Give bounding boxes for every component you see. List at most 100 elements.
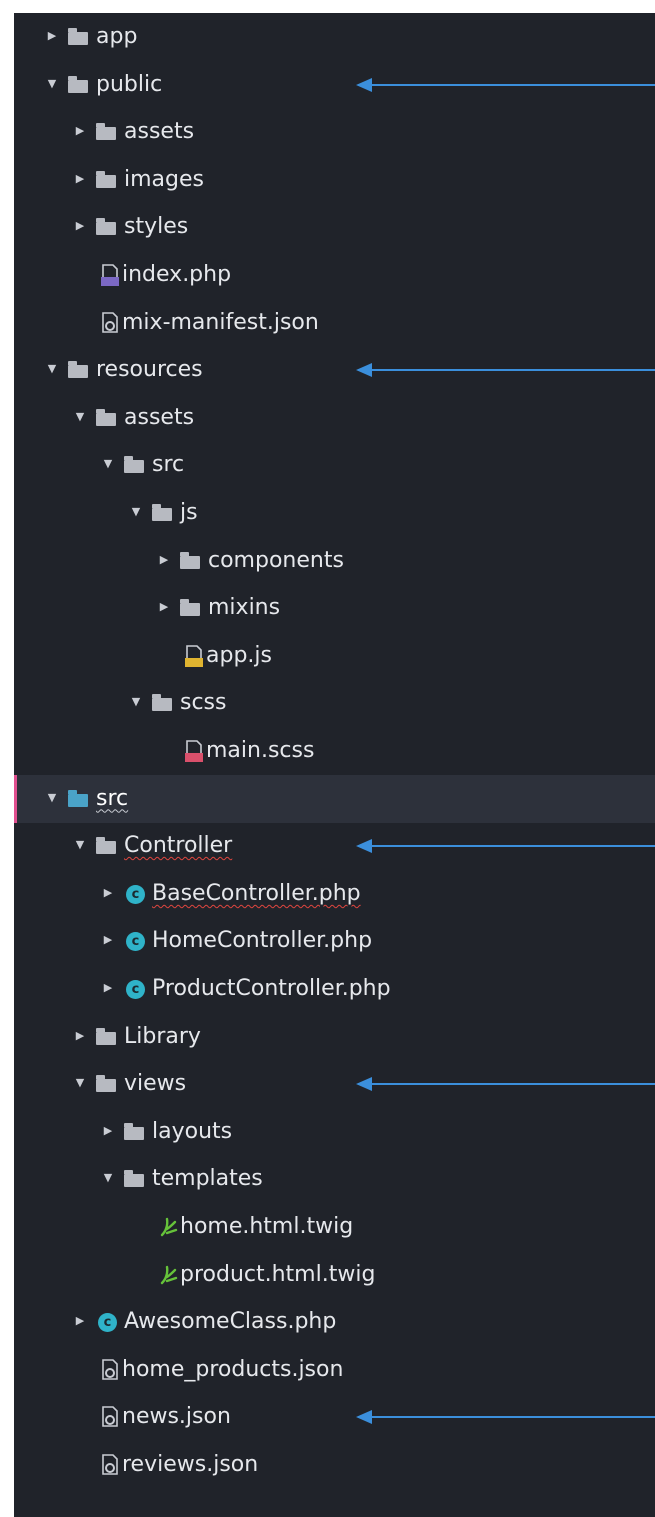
tree-row-src[interactable]: ▼ src <box>14 441 655 489</box>
folder-icon <box>68 361 88 379</box>
collapsed-arrow-icon[interactable]: ▶ <box>74 1315 86 1327</box>
php-class-icon: c <box>126 932 145 952</box>
tree-row-label: assets <box>124 119 195 145</box>
tree-row-images[interactable]: ▶ images <box>14 156 655 204</box>
json-file-icon <box>100 1405 120 1429</box>
folder-icon <box>96 1075 116 1093</box>
tree-row-label: ProductController.php <box>152 976 391 1001</box>
collapsed-arrow-icon[interactable]: ▶ <box>158 553 170 566</box>
expanded-arrow-icon[interactable]: ▼ <box>46 363 58 375</box>
tree-row-layouts[interactable]: ▶ layouts <box>14 1108 655 1156</box>
tree-row-productcontroller-php[interactable]: ▶ c ProductController.php <box>14 965 655 1013</box>
tree-row-label: product.html.twig <box>180 1261 376 1287</box>
tree-row-label: BaseController.php <box>152 880 361 906</box>
tree-row-awesomeclass-php[interactable]: ▶ c AwesomeClass.php <box>14 1298 655 1346</box>
tree-row-basecontroller-php[interactable]: ▶ c BaseController.php <box>14 870 655 918</box>
collapsed-arrow-icon[interactable]: ▶ <box>158 601 170 613</box>
collapsed-arrow-icon[interactable]: ▶ <box>74 125 86 137</box>
tree-row-assets[interactable]: ▼ assets <box>14 394 655 442</box>
tree-row-label: index.php <box>122 262 232 287</box>
json-file-icon <box>100 311 120 335</box>
tree-row-templates[interactable]: ▼ templates <box>14 1155 655 1203</box>
sass-file-icon <box>184 739 204 763</box>
tree-row-home-html-twig[interactable]: home.html.twig <box>14 1203 655 1251</box>
tree-row-label: scss <box>180 690 227 716</box>
tree-row-assets[interactable]: ▶ assets <box>14 108 655 156</box>
collapsed-arrow-icon[interactable]: ▶ <box>46 30 58 42</box>
tree-row-product-html-twig[interactable]: product.html.twig <box>14 1251 655 1299</box>
collapsed-arrow-icon[interactable]: ▶ <box>74 220 86 232</box>
tree-row-main-scss[interactable]: main.scss <box>14 727 655 775</box>
folder-icon <box>96 170 116 188</box>
tree-row-label: HomeController.php <box>152 928 373 954</box>
tree-row-components[interactable]: ▶ components <box>14 537 655 585</box>
tree-row-label: js <box>180 500 198 525</box>
collapsed-arrow-icon[interactable]: ▶ <box>102 886 114 899</box>
tree-row-app-js[interactable]: app.js <box>14 632 655 680</box>
tree-row-label: reviews.json <box>122 1452 259 1477</box>
tree-row-label: Library <box>124 1023 201 1049</box>
folder-icon <box>96 1027 116 1045</box>
tree-row-label: home_products.json <box>122 1356 344 1382</box>
tree-row-src[interactable]: ▼ src <box>14 774 655 823</box>
folder-icon <box>96 408 116 426</box>
php-class-icon: c <box>126 980 145 999</box>
tree-row-scss[interactable]: ▼ scss <box>14 679 655 727</box>
folder-icon <box>124 456 144 474</box>
tree-row-mixins[interactable]: ▶ mixins <box>14 584 655 632</box>
pointer-arrow-icon <box>356 77 655 92</box>
collapsed-arrow-icon[interactable]: ▶ <box>102 1124 114 1137</box>
tree-row-resources[interactable]: ▼ resources <box>14 346 655 394</box>
tree-row-label: main.scss <box>206 738 315 763</box>
expanded-arrow-icon[interactable]: ▼ <box>74 1077 86 1089</box>
tree-row-label: views <box>124 1071 187 1097</box>
expanded-arrow-icon[interactable]: ▼ <box>102 458 114 470</box>
tree-row-label: app <box>96 24 138 49</box>
tree-row-app[interactable]: ▶ app <box>14 13 655 61</box>
expanded-arrow-icon[interactable]: ▼ <box>130 506 142 518</box>
collapsed-arrow-icon[interactable]: ▶ <box>102 982 114 994</box>
tree-row-label: styles <box>124 214 189 240</box>
tree-row-public[interactable]: ▼ public <box>14 61 655 109</box>
tree-row-label: src <box>96 785 129 811</box>
tree-row-news-json[interactable]: news.json <box>14 1393 655 1441</box>
tree-row-styles[interactable]: ▶ styles <box>14 203 655 251</box>
tree-row-index-php[interactable]: index.php <box>14 251 655 299</box>
js-file-icon <box>184 644 204 668</box>
pointer-arrow-icon <box>356 839 655 854</box>
tree-row-label: images <box>124 166 204 192</box>
collapsed-arrow-icon[interactable]: ▶ <box>74 1029 86 1042</box>
folder-icon <box>68 789 88 807</box>
tree-row-label: resources <box>96 357 203 383</box>
folder-icon <box>96 123 116 141</box>
tree-row-homecontroller-php[interactable]: ▶ c HomeController.php <box>14 917 655 965</box>
folder-icon <box>68 28 88 45</box>
collapsed-arrow-icon[interactable]: ▶ <box>102 934 114 946</box>
expanded-arrow-icon[interactable]: ▼ <box>74 410 86 423</box>
tree-row-library[interactable]: ▶ Library <box>14 1013 655 1061</box>
tree-row-label: assets <box>124 404 195 430</box>
expanded-arrow-icon[interactable]: ▼ <box>74 839 86 851</box>
file-tree-panel: ▶ app ▼ public ▶ assets ▶ images ▶ styles index.ph… <box>14 13 655 1517</box>
expanded-arrow-icon[interactable]: ▼ <box>46 77 58 90</box>
expanded-arrow-icon[interactable]: ▼ <box>130 696 142 708</box>
expanded-arrow-icon[interactable]: ▼ <box>46 791 58 804</box>
tree-row-js[interactable]: ▼ js <box>14 489 655 537</box>
php-file-icon <box>100 263 120 287</box>
expanded-arrow-icon[interactable]: ▼ <box>102 1172 114 1184</box>
collapsed-arrow-icon[interactable]: ▶ <box>74 172 86 185</box>
folder-icon <box>96 218 116 236</box>
folder-icon <box>180 599 200 617</box>
tree-row-reviews-json[interactable]: reviews.json <box>14 1441 655 1489</box>
folder-icon <box>124 1122 144 1140</box>
tree-row-label: components <box>208 547 344 573</box>
tree-row-label: mixins <box>208 595 281 621</box>
json-file-icon <box>100 1453 120 1477</box>
folder-icon <box>96 837 116 855</box>
tree-row-label: AwesomeClass.php <box>124 1309 337 1335</box>
tree-row-mix-manifest-json[interactable]: mix-manifest.json <box>14 299 655 347</box>
tree-row-home-products-json[interactable]: home_products.json <box>14 1346 655 1394</box>
tree-row-views[interactable]: ▼ views <box>14 1060 655 1108</box>
tree-row-controller[interactable]: ▼ Controller <box>14 822 655 870</box>
pointer-arrow-icon <box>356 363 655 378</box>
